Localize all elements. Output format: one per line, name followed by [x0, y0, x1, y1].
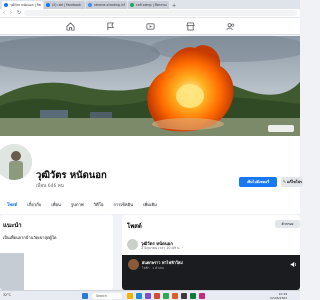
cover-photo-image: [0, 36, 300, 136]
add-to-story-label: เพิ่มไปยังสตอรี่: [246, 180, 270, 184]
facebook-top-nav: [0, 18, 300, 35]
chrome-icon[interactable]: [163, 293, 169, 299]
app-icon[interactable]: [181, 293, 187, 299]
people-icon[interactable]: [225, 21, 235, 31]
profile-name: วุฒิวัตร หนัดนอก: [36, 170, 107, 181]
url-input[interactable]: [24, 10, 297, 16]
filter-label: ตัวกรอง: [281, 222, 294, 226]
browser-tab-strip: วุฒิวัตร หนัดนอก | Facebook (5) เฟส | Fa…: [0, 0, 300, 9]
bing-favicon-icon: [88, 3, 92, 7]
edit-profile-label: แก้ไขโปร: [287, 180, 302, 184]
filter-button[interactable]: ตัวกรอง: [275, 220, 300, 228]
post-audio-player[interactable]: ฝนตกพราว ฟาไฟฟ้าใหม่ ไฟฟ้า · 1 ตัวเล่น: [122, 255, 300, 290]
taskbar-search[interactable]: Search: [92, 293, 122, 299]
profile-avatar[interactable]: [0, 142, 34, 182]
cover-photo[interactable]: [0, 36, 300, 136]
forward-icon[interactable]: ›: [10, 10, 15, 16]
video-icon[interactable]: [145, 21, 155, 31]
reload-icon[interactable]: ↻: [17, 10, 22, 16]
home-icon[interactable]: [65, 21, 75, 31]
taskbar-date: 02/06/2567: [270, 296, 288, 300]
add-to-story-button[interactable]: เพิ่มไปยังสตอรี่: [239, 177, 277, 187]
browser-tab-2[interactable]: (5) เฟส | Facebook: [44, 1, 85, 9]
volume-icon[interactable]: [290, 261, 297, 270]
address-bar-row: ‹ › ↻: [0, 9, 300, 18]
site-favicon-icon: [130, 3, 134, 7]
facebook-favicon-icon: [46, 3, 50, 7]
start-icon[interactable]: [82, 293, 88, 299]
avatar-image: [0, 144, 32, 180]
posts-title: โพสต์: [127, 223, 142, 230]
tab-friends[interactable]: เพื่อน: [51, 201, 61, 208]
browser-tab-title: (5) เฟส | Facebook: [52, 2, 81, 7]
edit-profile-button[interactable]: ✎ แก้ไขโปร: [281, 177, 303, 187]
browser-tab-title: cofi.camp | ทีศกรรมแอนทีโน: [136, 2, 167, 7]
profile-tabs: โพสต์ เกี่ยวกับ เพื่อน รูปภาพ วิดีโอ การ…: [0, 197, 300, 211]
intro-title: แนะนำ: [3, 222, 22, 229]
app-icon[interactable]: [199, 293, 205, 299]
flag-icon[interactable]: [105, 21, 115, 31]
intro-card: แนะนำ เป็นเพื่อนจากบ้านวัดเขาสุดผู้ใด: [0, 215, 113, 290]
audio-subtitle: ไฟฟ้า · 1 ตัวเล่น: [142, 266, 164, 270]
store-icon[interactable]: [185, 21, 195, 31]
intro-photo[interactable]: [0, 253, 24, 290]
app-icon[interactable]: [145, 293, 151, 299]
facebook-favicon-icon: [4, 3, 8, 7]
app-icon[interactable]: [154, 293, 160, 299]
tab-checkins[interactable]: การเช็คอิน: [113, 201, 133, 208]
taskbar-clock[interactable]: 10:49 02/06/2567: [270, 292, 287, 300]
browser-tab-3[interactable]: xtreme-xtrading.info - Searc: [86, 1, 127, 9]
browser-tab-title: xtreme-xtrading.info - Searc: [94, 3, 125, 7]
browser-tab-title: วุฒิวัตร หนัดนอก | Facebook: [10, 2, 41, 7]
audio-thumbnail: [128, 259, 139, 270]
pencil-icon: ✎: [283, 180, 287, 184]
tab-photos[interactable]: รูปภาพ: [71, 201, 84, 208]
edit-cover-button[interactable]: [268, 125, 294, 132]
tab-more[interactable]: เพิ่มเติม: [143, 201, 157, 208]
browser-tab-1[interactable]: วุฒิวัตร หนัดนอก | Facebook: [2, 1, 43, 9]
tab-videos[interactable]: วิดีโอ: [94, 201, 104, 208]
tab-about[interactable]: เกี่ยวกับ: [27, 201, 41, 208]
intro-detail: เป็นเพื่อนจากบ้านวัดเขาสุดผู้ใด: [3, 235, 57, 240]
tab-posts[interactable]: โพสต์: [7, 201, 17, 208]
back-icon[interactable]: ‹: [3, 10, 8, 16]
post-timestamp[interactable]: 2 มิถุนายน เวลา 10:49 น. ·: [141, 246, 183, 251]
os-taskbar: 32°C Search 10:49 02/06/2567: [0, 290, 300, 300]
file-explorer-icon[interactable]: [127, 293, 133, 299]
friends-count[interactable]: เพื่อน 646 คน: [36, 182, 64, 189]
browser-tab-4[interactable]: cofi.camp | ทีศกรรมแอนทีโน: [128, 1, 169, 9]
posts-card: โพสต์ ตัวกรอง วุฒิวัตร หนัดนอก 2 มิถุนาย…: [122, 215, 300, 290]
taskbar-search-label: Search: [96, 294, 107, 298]
post-author-avatar[interactable]: [127, 239, 138, 250]
edge-icon[interactable]: [136, 293, 142, 299]
weather-widget[interactable]: 32°C: [3, 293, 11, 297]
app-icon[interactable]: [190, 293, 196, 299]
app-icon[interactable]: [172, 293, 178, 299]
